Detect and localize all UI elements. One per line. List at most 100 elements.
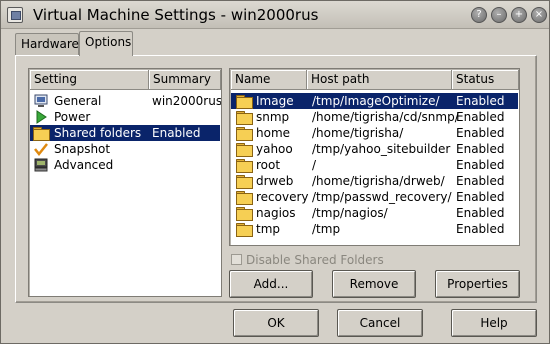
folder-host-path: /home/tigrisha/cd/snmp/ <box>312 110 459 124</box>
settings-item-shared-folders[interactable]: Shared folders Enabled <box>30 125 220 141</box>
maximize-icon[interactable]: + <box>511 7 527 23</box>
settings-item-general[interactable]: General win2000rus <box>30 93 222 109</box>
settings-item-power[interactable]: Power <box>30 109 220 125</box>
settings-item-summary: win2000rus <box>152 94 222 108</box>
table-row[interactable]: tmp /tmp Enabled <box>231 221 518 237</box>
ok-button-label: OK <box>267 316 285 330</box>
folder-icon <box>236 191 253 205</box>
folder-host-path: /tmp/ImageOptimize/ <box>312 94 440 108</box>
folder-host-path: / <box>312 158 317 172</box>
column-header-host-path[interactable]: Host path <box>307 70 452 90</box>
folder-status: Enabled <box>456 110 505 124</box>
folder-status: Enabled <box>456 190 505 204</box>
cancel-button[interactable]: Cancel <box>337 309 423 337</box>
folder-name: recovery <box>256 190 309 204</box>
help-button-label: Help <box>480 316 508 330</box>
folder-icon <box>236 95 253 109</box>
settings-item-label: Advanced <box>54 158 114 172</box>
folder-status: Enabled <box>456 158 505 172</box>
folder-icon <box>236 127 253 141</box>
close-icon[interactable]: × <box>531 7 547 23</box>
folder-status: Enabled <box>456 206 505 220</box>
tab-options-label: Options <box>85 35 132 49</box>
column-header-name-label: Name <box>235 72 271 86</box>
folder-host-path: /home/tigrisha/ <box>312 126 404 140</box>
window-title: Virtual Machine Settings - win2000rus <box>33 6 319 24</box>
table-row[interactable]: Image /tmp/ImageOptimize/ Enabled <box>231 93 518 109</box>
table-row[interactable]: yahoo /tmp/yahoo_sitebuilder Enabled <box>231 141 518 157</box>
dialog-window: Virtual Machine Settings - win2000rus ? … <box>0 0 550 344</box>
folder-properties-button-label: Properties <box>447 277 508 291</box>
folder-icon <box>236 223 253 237</box>
settings-item-advanced[interactable]: Advanced <box>30 157 220 173</box>
folder-host-path: /tmp/nagios/ <box>312 206 388 220</box>
folder-icon <box>236 207 253 221</box>
folder-name: tmp <box>256 222 281 236</box>
column-header-name[interactable]: Name <box>231 70 307 90</box>
folder-icon <box>236 111 253 125</box>
table-row[interactable]: nagios /tmp/nagios/ Enabled <box>231 205 518 221</box>
tab-options[interactable]: Options <box>79 31 133 56</box>
folder-host-path: /home/tigrisha/drweb/ <box>312 174 445 188</box>
column-header-summary-label: Summary <box>153 72 211 86</box>
remove-folder-button[interactable]: Remove <box>332 270 416 298</box>
folder-name: snmp <box>256 110 290 124</box>
cancel-button-label: Cancel <box>359 316 401 330</box>
folder-status: Enabled <box>456 142 505 156</box>
settings-item-label: Power <box>54 110 91 124</box>
folder-status: Enabled <box>456 174 505 188</box>
folder-name: Image <box>256 94 294 108</box>
folder-host-path: /tmp/yahoo_sitebuilder <box>312 142 451 156</box>
folder-name: home <box>256 126 291 140</box>
table-row[interactable]: root / Enabled <box>231 157 518 173</box>
folder-host-path: /tmp/passwd_recovery/ <box>312 190 452 204</box>
column-header-status-label: Status <box>456 72 495 86</box>
table-row[interactable]: home /home/tigrisha/ Enabled <box>231 125 518 141</box>
column-header-setting-label: Setting <box>34 72 77 86</box>
settings-item-summary: Enabled <box>152 126 201 140</box>
folder-icon <box>236 175 253 189</box>
folder-icon <box>236 159 253 173</box>
column-header-summary[interactable]: Summary <box>149 70 221 90</box>
settings-item-snapshot[interactable]: Snapshot <box>30 141 220 157</box>
folder-icon <box>33 127 50 141</box>
folder-properties-button[interactable]: Properties <box>435 270 520 298</box>
disable-shared-folders-label: Disable Shared Folders <box>246 253 384 267</box>
help-button[interactable]: Help <box>451 309 537 337</box>
tab-hardware[interactable]: Hardware <box>15 33 79 55</box>
monitor-icon <box>34 94 48 107</box>
ok-button[interactable]: OK <box>233 309 319 337</box>
folder-name: drweb <box>256 174 294 188</box>
add-folder-button-label: Add... <box>253 277 289 291</box>
minimize-icon[interactable]: – <box>491 7 507 23</box>
column-header-host-path-label: Host path <box>311 72 370 86</box>
column-header-status[interactable]: Status <box>452 70 519 90</box>
folder-name: yahoo <box>256 142 293 156</box>
add-folder-button[interactable]: Add... <box>229 270 313 298</box>
table-row[interactable]: snmp /home/tigrisha/cd/snmp/ Enabled <box>231 109 518 125</box>
folder-status: Enabled <box>456 222 505 236</box>
table-row[interactable]: drweb /home/tigrisha/drweb/ Enabled <box>231 173 518 189</box>
play-icon <box>36 110 47 124</box>
folder-name: root <box>256 158 281 172</box>
settings-list[interactable]: Setting Summary General win2000rus Power… <box>28 68 222 297</box>
settings-item-label: Snapshot <box>54 142 111 156</box>
folder-host-path: /tmp <box>312 222 341 236</box>
help-icon[interactable]: ? <box>471 7 487 23</box>
folder-status: Enabled <box>456 126 505 140</box>
tab-hardware-label: Hardware <box>21 37 79 51</box>
app-icon[interactable] <box>7 7 23 23</box>
folder-status: Enabled <box>456 94 505 108</box>
computer-icon <box>34 158 48 172</box>
folder-icon <box>236 143 253 157</box>
settings-item-label: Shared folders <box>54 126 142 140</box>
folder-name: nagios <box>256 206 296 220</box>
title-bar[interactable]: Virtual Machine Settings - win2000rus ? … <box>1 1 549 29</box>
column-header-setting[interactable]: Setting <box>30 70 149 90</box>
shared-folders-table[interactable]: Name Host path Status Image /tmp/ImageOp… <box>229 68 520 246</box>
remove-folder-button-label: Remove <box>349 277 399 291</box>
settings-item-label: General <box>54 94 102 108</box>
checkbox-box[interactable] <box>231 254 242 265</box>
snapshot-icon <box>34 143 48 156</box>
table-row[interactable]: recovery /tmp/passwd_recovery/ Enabled <box>231 189 518 205</box>
